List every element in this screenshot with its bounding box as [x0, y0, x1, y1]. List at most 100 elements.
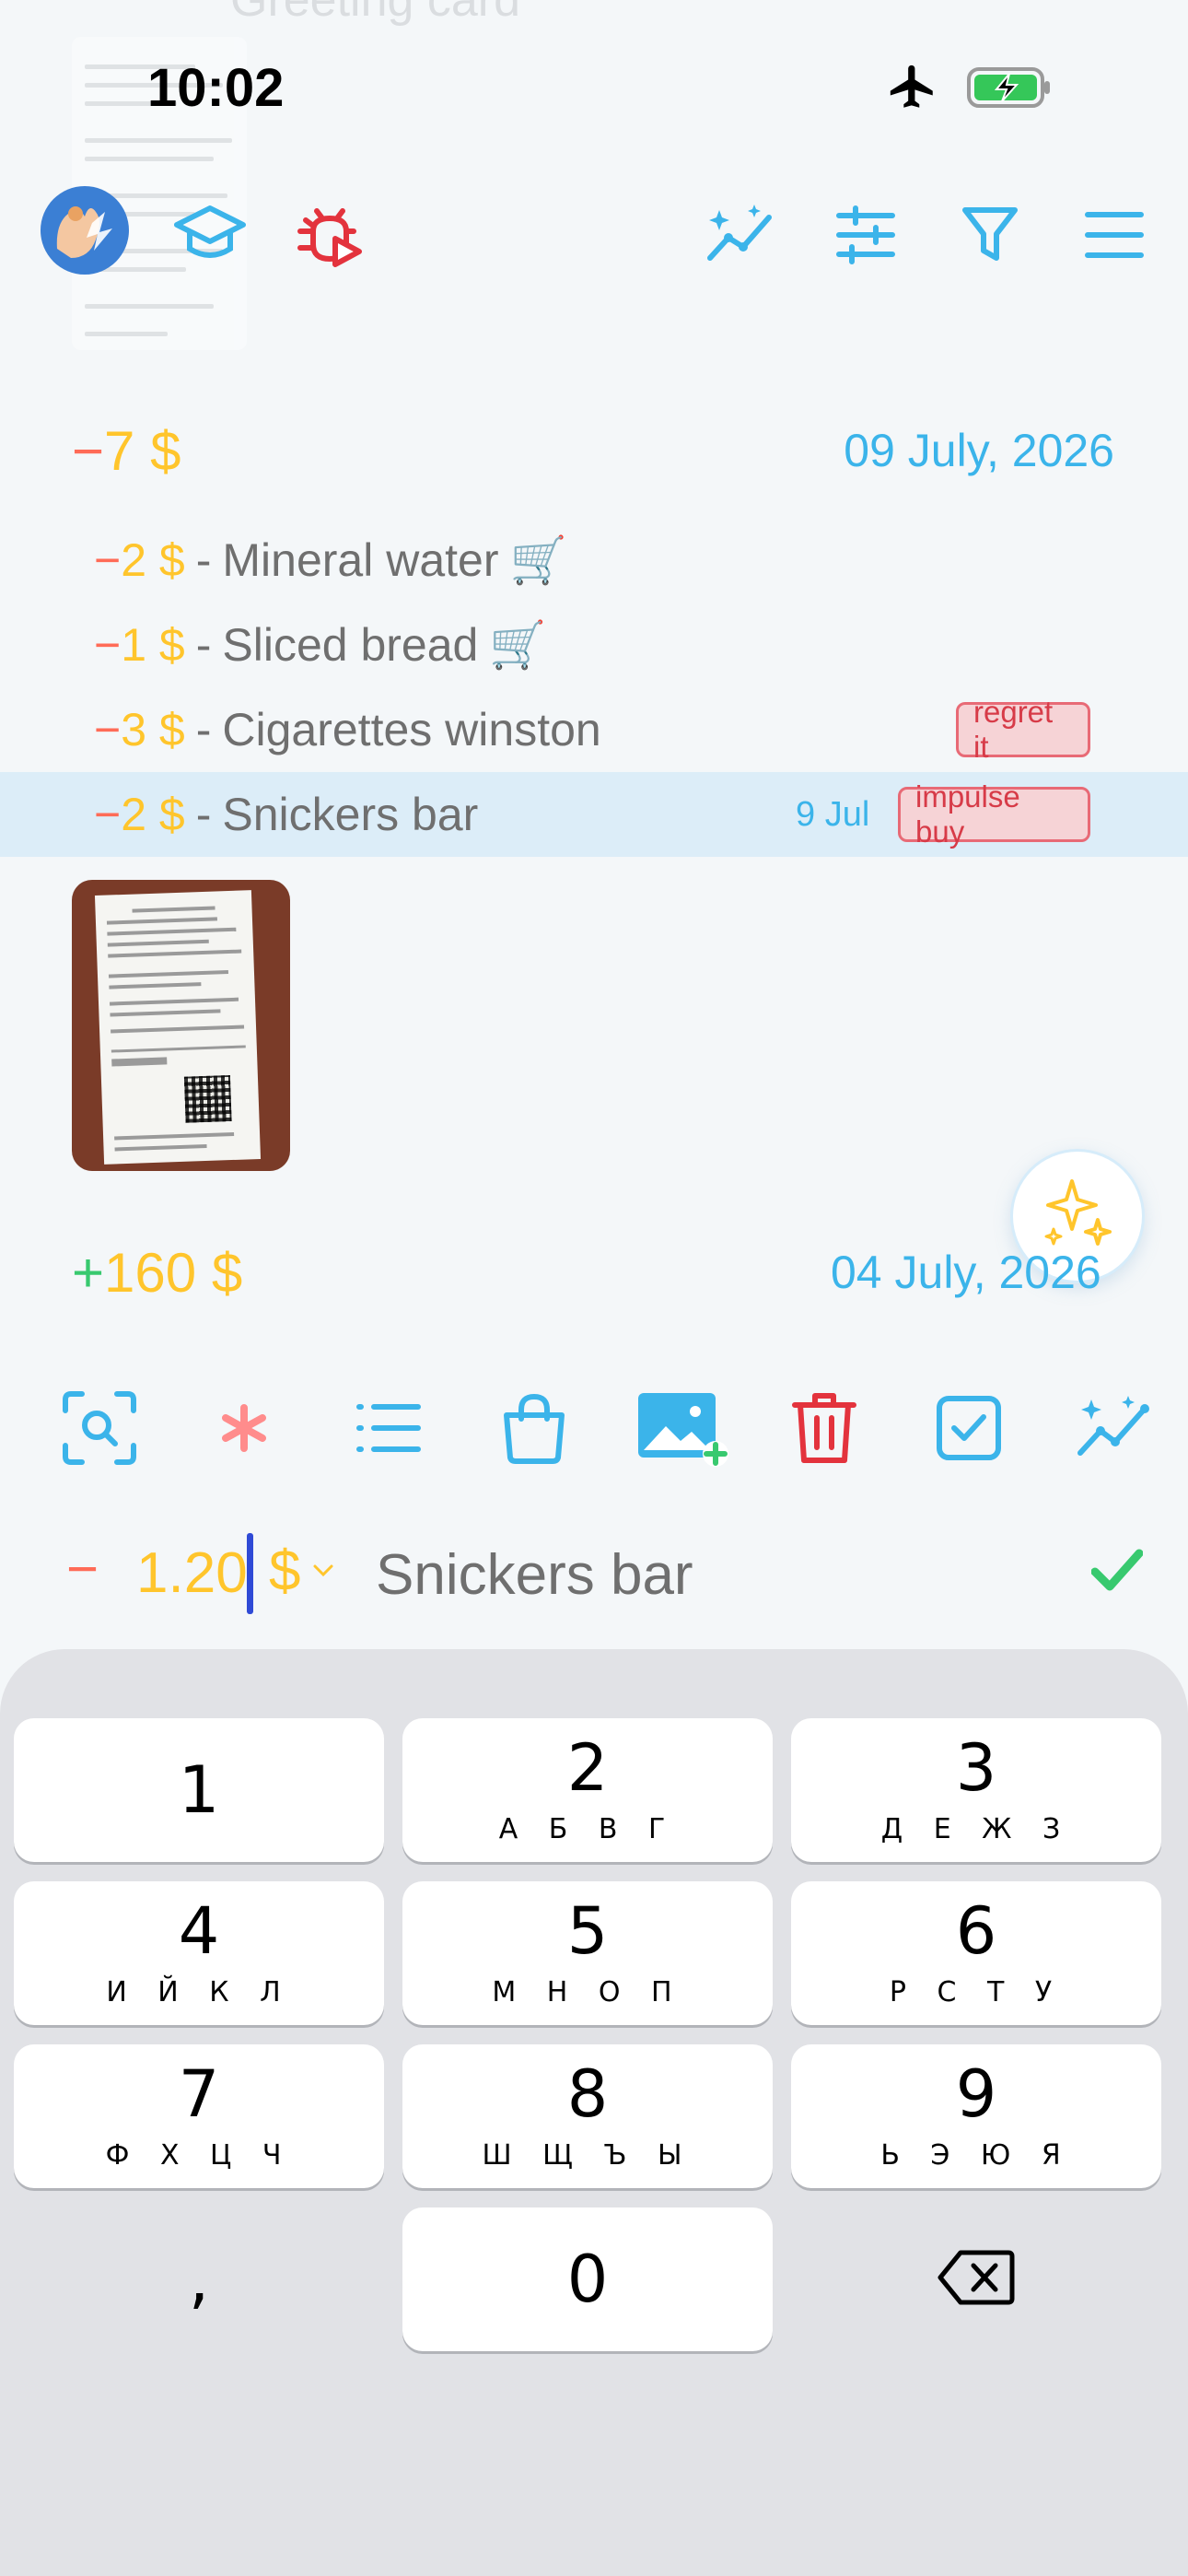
item-sign: −	[94, 534, 122, 586]
list-icon[interactable]	[343, 1382, 435, 1474]
key-4[interactable]: 4 И Й К Л	[14, 1881, 384, 2025]
entry-input-row: − 1.20 $ Snickers bar	[0, 1511, 1188, 1640]
sparkles-icon	[1041, 1177, 1114, 1256]
day-total-amount: 7	[104, 420, 135, 482]
key-7[interactable]: 7 Ф Х Ц Ч	[14, 2044, 384, 2188]
item-amount: 2	[121, 789, 147, 840]
menu-icon[interactable]	[1073, 193, 1156, 276]
key-number: 0	[566, 2242, 609, 2317]
day-total-currency: $	[150, 420, 181, 482]
day-total-sign: −	[72, 420, 105, 482]
key-0[interactable]: 0	[402, 2207, 773, 2351]
item-name: Cigarettes winston	[222, 704, 601, 755]
item-date: 9 Jul	[796, 794, 870, 834]
key-letters: Р С Т У	[889, 1975, 1064, 2008]
currency-selector[interactable]: $	[269, 1539, 300, 1604]
background-partial-text: Greeting card	[230, 0, 521, 27]
sparkle-chart-icon[interactable]	[700, 193, 783, 276]
entry-sign-toggle[interactable]: −	[66, 1537, 99, 1600]
search-scan-icon[interactable]	[53, 1382, 146, 1474]
item-currency: $	[158, 534, 185, 586]
numeric-keyboard: 1 2 А Б В Г 3 Д Е Ж З 4 И Й К Л 5 М Н О П 6 Р…	[0, 1649, 1188, 2576]
amount-input[interactable]: 1.20	[136, 1540, 248, 1606]
key-1[interactable]: 1	[14, 1718, 384, 1862]
item-amount: 2	[121, 534, 147, 586]
key-letters: Ш Щ Ъ Ы	[482, 2138, 693, 2172]
item-amount: 3	[121, 704, 147, 755]
action-bar	[0, 1364, 1188, 1493]
key-number: 8	[566, 2055, 609, 2132]
shopping-cart-icon: 🛒	[509, 533, 567, 586]
list-item-selected[interactable]: −2 $ - Snickers bar 9 Jul impulse buy	[0, 772, 1188, 857]
key-number: 6	[955, 1892, 997, 1969]
day-total-sign: +	[72, 1242, 105, 1304]
key-8[interactable]: 8 Ш Щ Ъ Ы	[402, 2044, 773, 2188]
item-separator: -	[195, 789, 212, 840]
key-number: 9	[955, 2055, 997, 2132]
item-name: Snickers bar	[222, 789, 479, 840]
key-number: 7	[178, 2055, 220, 2132]
airplane-icon	[886, 61, 939, 119]
backspace-icon	[937, 2249, 1016, 2311]
list-item[interactable]: −2 $ - Mineral water 🛒	[0, 518, 1188, 603]
filter-icon[interactable]	[949, 193, 1031, 276]
key-number: 5	[566, 1892, 609, 1969]
item-sign: −	[94, 704, 122, 755]
chevron-down-icon[interactable]	[313, 1564, 333, 1582]
key-comma[interactable]: ,	[14, 2207, 384, 2351]
item-separator: -	[195, 619, 212, 671]
checkbox-icon[interactable]	[923, 1382, 1015, 1474]
key-letters: И Й К Л	[106, 1975, 292, 2008]
item-name: Sliced bread	[222, 619, 479, 671]
battery-charging-icon	[967, 66, 1052, 113]
list-item[interactable]: −1 $ - Sliced bread 🛒	[0, 603, 1188, 687]
item-sign: −	[94, 619, 122, 671]
key-letters: Д Е Ж З	[880, 1812, 1072, 1845]
key-comma-label: ,	[188, 2242, 210, 2317]
avatar-hand-icon[interactable]	[39, 184, 131, 276]
key-number: 1	[178, 1752, 220, 1828]
key-5[interactable]: 5 М Н О П	[402, 1881, 773, 2025]
day-total: −7 $	[72, 419, 181, 483]
tag-badge[interactable]: impulse buy	[898, 779, 1090, 849]
key-letters: М Н О П	[492, 1975, 683, 2008]
key-9[interactable]: 9 Ь Э Ю Я	[791, 2044, 1161, 2188]
item-sign: −	[94, 789, 122, 840]
key-number: 3	[955, 1729, 997, 1806]
item-separator: -	[195, 534, 212, 586]
key-number: 2	[566, 1729, 609, 1806]
list-item[interactable]: −3 $ - Cigarettes winston regret it	[0, 687, 1188, 772]
text-caret	[247, 1533, 253, 1614]
backspace-key[interactable]	[791, 2207, 1161, 2351]
bug-play-icon[interactable]	[284, 189, 376, 281]
status-time: 10:02	[147, 58, 285, 118]
sliders-icon[interactable]	[824, 193, 907, 276]
tag-badge[interactable]: regret it	[956, 695, 1090, 764]
key-number: 4	[178, 1892, 220, 1969]
day-total-amount: 160	[104, 1242, 197, 1304]
key-letters: Ь Э Ю Я	[880, 2138, 1072, 2172]
item-currency: $	[158, 619, 185, 671]
shopping-cart-icon: 🛒	[489, 618, 547, 671]
key-2[interactable]: 2 А Б В Г	[402, 1718, 773, 1862]
shopping-bag-icon[interactable]	[488, 1382, 580, 1474]
asterisk-icon[interactable]	[198, 1382, 290, 1474]
graduation-cap-icon[interactable]	[164, 193, 256, 276]
confirm-check-icon[interactable]	[1090, 1548, 1144, 1598]
day-total: +160 $	[72, 1241, 242, 1305]
receipt-thumbnail[interactable]	[72, 880, 290, 1171]
day-date[interactable]: 04 July, 2026	[831, 1246, 1101, 1299]
item-separator: -	[195, 704, 212, 755]
name-input[interactable]: Snickers bar	[376, 1542, 693, 1608]
item-amount: 1	[121, 619, 147, 671]
item-name: Mineral water	[222, 534, 499, 586]
key-6[interactable]: 6 Р С Т У	[791, 1881, 1161, 2025]
day-date[interactable]: 09 July, 2026	[844, 424, 1114, 477]
sparkle-chart-icon[interactable]	[1068, 1382, 1160, 1474]
item-currency: $	[158, 789, 185, 840]
key-3[interactable]: 3 Д Е Ж З	[791, 1718, 1161, 1862]
key-letters: А Б В Г	[498, 1812, 677, 1845]
trash-icon[interactable]	[778, 1382, 870, 1474]
add-image-icon[interactable]	[632, 1382, 733, 1474]
item-currency: $	[158, 704, 185, 755]
